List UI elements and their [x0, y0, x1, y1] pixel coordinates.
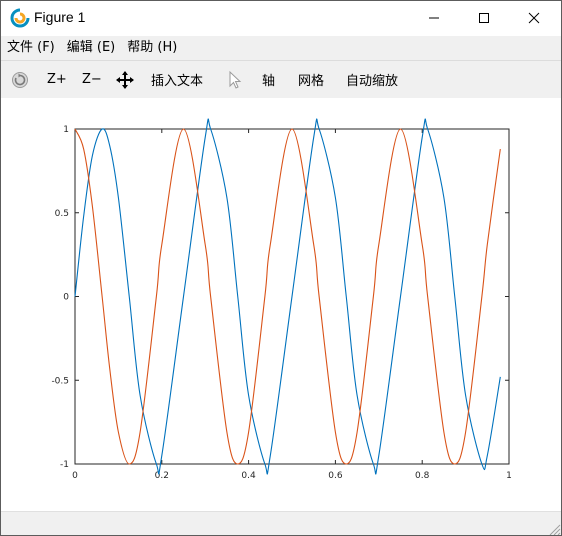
insert-text-button[interactable]: 插入文本 [151, 61, 203, 98]
cursor-arrow-icon [229, 70, 242, 89]
select-button[interactable] [228, 61, 242, 98]
zoom-in-button[interactable]: Z+ [47, 61, 67, 98]
figure-canvas[interactable]: 0 0.2 0.4 0.6 0.8 1 -1 -0.5 0 0.5 1 [1, 98, 561, 511]
maximize-button[interactable] [461, 1, 507, 35]
toolbar: Z+ Z− 插入文本 轴 网格 自动缩放 [1, 60, 561, 99]
y-tick-label: -1 [60, 460, 69, 470]
zoom-out-button[interactable]: Z− [82, 61, 102, 98]
title-bar: Figure 1 [1, 1, 561, 35]
y-tick-label: 1 [63, 125, 69, 135]
x-tick-label: 0.2 [155, 471, 169, 481]
pan-button[interactable] [115, 61, 135, 98]
maximize-icon [479, 13, 489, 23]
x-tick-label: 0 [72, 471, 78, 481]
x-tick-label: 0.8 [415, 471, 430, 481]
minimize-icon [429, 17, 439, 19]
y-tick-label: -0.5 [51, 376, 69, 386]
plot-series [74, 118, 501, 475]
y-tick-label: 0 [63, 293, 69, 303]
octave-logo-icon [10, 8, 30, 28]
close-button[interactable] [511, 1, 557, 35]
resize-grip-icon[interactable] [547, 522, 561, 536]
x-tick-label: 0.4 [241, 471, 256, 481]
window-title: Figure 1 [34, 9, 86, 25]
menu-edit[interactable]: 编辑 (E) [61, 36, 122, 60]
menu-file[interactable]: 文件 (F) [1, 36, 61, 60]
rotate-button[interactable] [10, 61, 30, 98]
grid-button[interactable]: 网格 [298, 61, 324, 98]
figure-window: Figure 1 文件 (F) 编辑 (E) 帮助 (H) Z+ Z− 插入文本… [0, 0, 562, 536]
close-icon [528, 12, 540, 24]
x-tick-label: 1 [506, 471, 512, 481]
series-line-1 [74, 118, 501, 475]
series-line-2 [74, 128, 501, 465]
autoscale-button[interactable]: 自动缩放 [346, 61, 398, 98]
x-tick-label: 0.6 [328, 471, 343, 481]
status-bar [1, 511, 561, 536]
axis-button[interactable]: 轴 [262, 61, 275, 98]
minimize-button[interactable] [411, 1, 457, 35]
line-chart: 0 0.2 0.4 0.6 0.8 1 -1 -0.5 0 0.5 1 [51, 118, 512, 481]
menu-bar: 文件 (F) 编辑 (E) 帮助 (H) [1, 36, 561, 60]
y-tick-label: 0.5 [55, 209, 69, 219]
menu-help[interactable]: 帮助 (H) [121, 36, 183, 60]
pan-arrows-icon [116, 70, 134, 89]
rotate-icon [12, 71, 28, 88]
